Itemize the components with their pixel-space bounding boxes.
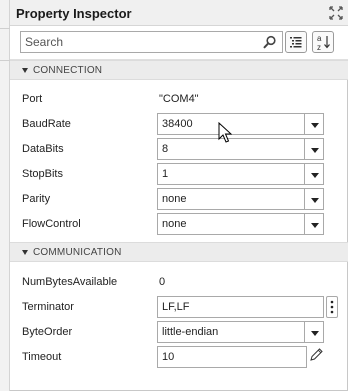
chevron-down-icon xyxy=(311,148,319,153)
sort-button[interactable]: a z xyxy=(312,31,334,53)
panel-title: Property Inspector xyxy=(16,6,132,21)
baudrate-dropdown[interactable]: 38400 xyxy=(157,113,324,135)
timeout-value: 10 xyxy=(162,351,175,363)
databits-dropdown[interactable]: 8 xyxy=(157,138,324,160)
baudrate-value: 38400 xyxy=(162,118,193,130)
byteorder-field[interactable]: little-endian xyxy=(157,321,305,343)
parity-dropdown[interactable]: none xyxy=(157,188,324,210)
property-label-databits: DataBits xyxy=(22,143,64,155)
terminator-more-button[interactable] xyxy=(326,296,338,318)
stopbits-dropdown-button[interactable] xyxy=(304,163,324,185)
sort-az-icon: a z xyxy=(313,34,333,55)
property-label-baudrate: BaudRate xyxy=(22,118,71,130)
stopbits-dropdown[interactable]: 1 xyxy=(157,163,324,185)
terminator-value: LF,LF xyxy=(162,301,190,313)
section-communication-header[interactable]: COMMUNICATION xyxy=(10,242,348,262)
property-label-parity: Parity xyxy=(22,193,51,205)
section-label: CONNECTION xyxy=(33,65,103,76)
chevron-down-icon xyxy=(311,173,319,178)
left-dock-strip xyxy=(0,0,10,391)
chevron-down-icon xyxy=(311,123,319,128)
databits-dropdown-button[interactable] xyxy=(304,138,324,160)
byteorder-dropdown[interactable]: little-endian xyxy=(157,321,324,343)
left-strip-divider xyxy=(0,60,10,61)
right-edge xyxy=(348,0,356,391)
property-label-byteorder: ByteOrder xyxy=(22,326,73,338)
svg-text:a: a xyxy=(317,34,322,43)
flowcontrol-field[interactable]: none xyxy=(157,213,305,235)
section-connection-header[interactable]: CONNECTION xyxy=(10,60,348,80)
property-value-numbytesavailable: 0 xyxy=(159,276,166,288)
section-label: COMMUNICATION xyxy=(33,247,122,258)
timeout-field[interactable]: 10 xyxy=(157,346,307,368)
left-strip-divider xyxy=(0,28,10,29)
terminator-field[interactable]: LF,LF xyxy=(157,296,324,318)
categorize-button[interactable] xyxy=(285,31,307,53)
chevron-down-icon xyxy=(311,198,319,203)
search-input[interactable] xyxy=(21,32,257,52)
baudrate-dropdown-button[interactable] xyxy=(304,113,324,135)
collapse-triangle-icon[interactable] xyxy=(22,250,28,255)
flowcontrol-dropdown-button[interactable] xyxy=(304,213,324,235)
chevron-down-icon xyxy=(311,223,319,228)
property-inspector-panel: Property Inspector Search a z CONNECTION… xyxy=(10,0,348,391)
stopbits-value: 1 xyxy=(162,168,169,180)
chevron-down-icon xyxy=(311,331,319,336)
edit-timeout-button[interactable] xyxy=(308,346,324,364)
categorize-icon xyxy=(286,37,306,55)
byteorder-dropdown-button[interactable] xyxy=(304,321,324,343)
flowcontrol-dropdown[interactable]: none xyxy=(157,213,324,235)
svg-text:z: z xyxy=(317,43,321,52)
search-icon[interactable] xyxy=(263,35,277,49)
stopbits-field[interactable]: 1 xyxy=(157,163,305,185)
property-label-stopbits: StopBits xyxy=(22,168,63,180)
search-box xyxy=(20,31,283,53)
parity-dropdown-button[interactable] xyxy=(304,188,324,210)
collapse-triangle-icon[interactable] xyxy=(22,68,28,73)
flowcontrol-value: none xyxy=(162,218,187,230)
parity-value: none xyxy=(162,193,187,205)
property-value-port: "COM4" xyxy=(159,93,199,105)
undock-icon[interactable] xyxy=(328,5,344,21)
property-label-flowcontrol: FlowControl xyxy=(22,218,81,230)
pencil-icon xyxy=(310,348,323,361)
parity-field[interactable]: none xyxy=(157,188,305,210)
byteorder-value: little-endian xyxy=(162,326,219,338)
property-label-terminator: Terminator xyxy=(22,301,74,313)
databits-value: 8 xyxy=(162,143,169,155)
property-label-numbytesavailable: NumBytesAvailable xyxy=(22,276,118,288)
panel-titlebar: Property Inspector xyxy=(10,0,348,26)
inspector-toolbar: a z xyxy=(10,26,348,60)
mouse-cursor xyxy=(218,121,233,144)
property-label-port: Port xyxy=(22,93,43,105)
property-label-timeout: Timeout xyxy=(22,351,62,363)
more-vertical-icon xyxy=(330,300,334,314)
